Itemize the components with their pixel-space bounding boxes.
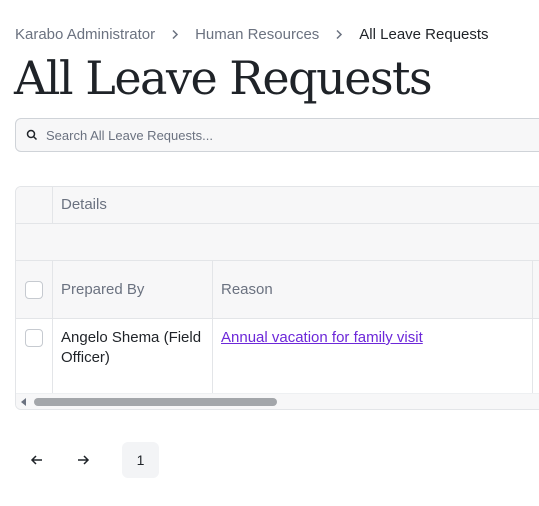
previous-page-button[interactable] [19, 442, 55, 478]
row-checkbox[interactable] [25, 329, 43, 347]
search-input[interactable] [46, 127, 539, 143]
breadcrumb-karabo-administrator[interactable]: Karabo Administrator [15, 26, 155, 43]
arrow-right-icon [78, 455, 90, 465]
row-select-cell [16, 319, 53, 397]
table-group-header-row: Details [16, 187, 539, 224]
prepared-by-text: Angelo Shema (Field Officer) [61, 329, 202, 366]
search-bar[interactable] [15, 118, 539, 152]
breadcrumb-current: All Leave Requests [359, 25, 489, 43]
column-header-reason[interactable]: Reason [213, 261, 533, 318]
column-header-label: Reason [221, 281, 273, 298]
column-header-prepared-by[interactable]: Prepared By [53, 261, 213, 318]
breadcrumb-human-resources[interactable]: Human Resources [195, 26, 319, 43]
group-header-spacer [16, 187, 53, 223]
page-title: All Leave Requests [14, 51, 433, 105]
header-select-cell [16, 261, 53, 318]
reason-link[interactable]: Annual vacation for family visit [221, 328, 423, 348]
table-header-row: Prepared By Reason [16, 261, 539, 319]
table-filter-row [16, 224, 539, 261]
search-icon [26, 129, 38, 141]
arrow-left-icon [30, 455, 42, 465]
table-row: Angelo Shema (Field Officer) Annual vaca… [16, 319, 539, 397]
next-page-button[interactable] [65, 442, 101, 478]
horizontal-scrollbar[interactable] [16, 393, 539, 409]
scroll-left-icon[interactable] [21, 398, 29, 406]
select-all-checkbox[interactable] [25, 281, 43, 299]
cell-reason: Annual vacation for family visit [213, 319, 533, 397]
leave-requests-table: Details Prepared By Reason Angelo Shema … [15, 186, 539, 410]
cell-prepared-by: Angelo Shema (Field Officer) [53, 319, 213, 397]
scrollbar-thumb[interactable] [34, 398, 277, 406]
chevron-right-icon [171, 29, 179, 40]
page-number-button[interactable]: 1 [122, 442, 159, 478]
group-header-label: Details [61, 196, 107, 213]
column-header-label: Prepared By [61, 281, 145, 298]
group-header-details: Details [53, 187, 539, 223]
breadcrumb: Karabo Administrator Human Resources All… [15, 24, 489, 44]
column-header-more [533, 261, 539, 318]
cell-more [533, 319, 539, 397]
chevron-right-icon [335, 29, 343, 40]
